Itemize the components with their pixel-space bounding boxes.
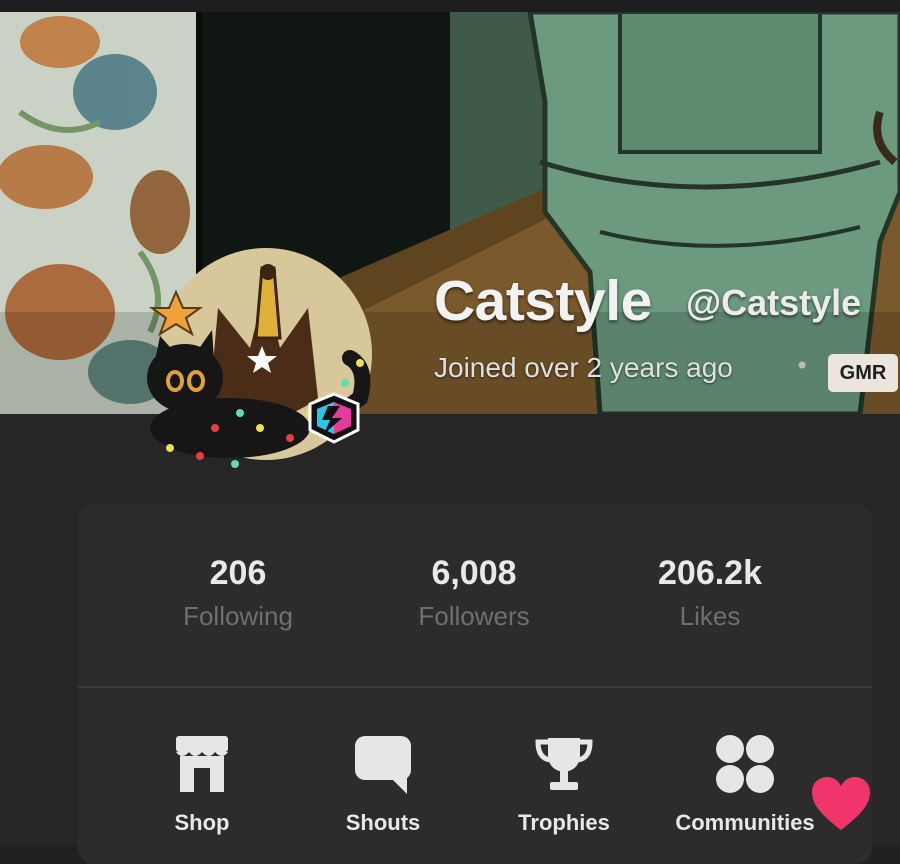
- separator-dot: •: [795, 352, 810, 380]
- stat-value: 206: [209, 554, 267, 592]
- nav-label: Trophies: [518, 810, 610, 835]
- stat-label: Likes: [679, 601, 741, 631]
- stat-value: 6,008: [431, 554, 517, 592]
- profile-card: 206 Following 6,008 Followers 206.2k Lik…: [78, 504, 872, 864]
- avatar[interactable]: [140, 238, 380, 478]
- nav-trophies[interactable]: Trophies: [484, 732, 644, 836]
- trophy-icon: [532, 732, 596, 796]
- nav-communities[interactable]: Communities: [665, 732, 825, 836]
- nav-label: Shop: [174, 810, 230, 835]
- gmr-badge[interactable]: GMR: [828, 354, 898, 392]
- stat-label: Followers: [418, 601, 530, 631]
- display-name: Catstyle: [434, 269, 652, 333]
- shop-icon: [170, 732, 234, 796]
- speech-bubble-icon: [351, 732, 415, 796]
- username-handle: @Catstyle: [686, 282, 862, 323]
- stat-following[interactable]: 206 Following: [138, 554, 338, 632]
- nav-label: Communities: [675, 810, 815, 835]
- heart-icon[interactable]: [810, 776, 872, 832]
- stat-followers[interactable]: 6,008 Followers: [374, 554, 574, 632]
- stat-value: 206.2k: [658, 554, 762, 592]
- stat-label: Following: [183, 601, 293, 631]
- nav-shouts[interactable]: Shouts: [303, 732, 463, 836]
- communities-icon: [713, 732, 777, 796]
- card-divider: [78, 686, 872, 688]
- top-bar: [0, 0, 900, 12]
- stat-likes[interactable]: 206.2k Likes: [610, 554, 810, 632]
- nav-label: Shouts: [345, 810, 421, 835]
- nav-shop[interactable]: Shop: [122, 732, 282, 836]
- joined-date: Joined over 2 years ago: [434, 352, 733, 383]
